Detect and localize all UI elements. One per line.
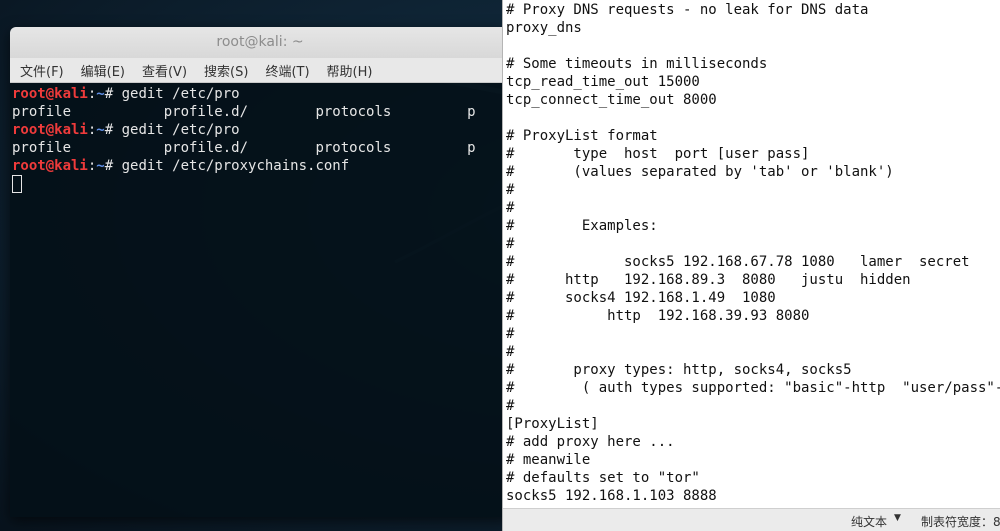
editor-line: # socks4 192.168.1.49 1080 [506,290,776,306]
menu-view[interactable]: 查看(V) [142,61,187,80]
menu-edit[interactable]: 编辑(E) [81,61,125,80]
editor-line: # defaults set to "tor" [506,470,700,486]
completion-item: profile.d/ [163,140,316,156]
terminal-prompt-line: root@kali:~# gedit /etc/pro [12,85,510,103]
editor-text-area[interactable]: # Proxy DNS requests - no leak for DNS d… [506,1,1000,505]
editor-line: # [506,200,515,216]
prompt-user-host: root@kali [12,86,88,102]
editor-line: # [506,398,515,414]
completion-item: profile.d/ [163,104,316,120]
completion-item: profile [12,104,164,120]
editor-line: # socks5 192.168.67.78 1080 lamer secret [506,254,970,270]
editor-line: # Some timeouts in milliseconds [506,56,768,72]
terminal-cursor-line [12,175,510,193]
menu-file[interactable]: 文件(F) [20,61,64,80]
editor-line: # Examples: [506,218,658,234]
prompt-command: # gedit /etc/pro [104,86,240,102]
menu-help[interactable]: 帮助(H) [327,61,373,80]
editor-line: # ( auth types supported: "basic"-http "… [506,380,1000,396]
editor-line: tcp_connect_time_out 8000 [506,92,717,108]
prompt-command: # gedit /etc/pro [104,122,240,138]
terminal-output[interactable]: root@kali:~# gedit /etc/pro profile profi… [10,83,510,193]
editor-line: # add proxy here ... [506,434,675,450]
editor-line: [ProxyList] [506,416,599,432]
terminal-title: root@kali: ~ [216,34,304,50]
editor-line: # meanwile [506,452,591,468]
editor-line: socks5 192.168.1.103 8888 [506,488,717,504]
terminal-cursor [12,175,22,193]
editor-line: # type host port [user pass] [506,146,810,162]
editor-line: tcp_read_time_out 15000 [506,74,700,90]
terminal-completion-line: profile profile.d/ protocols p [12,139,510,157]
prompt-path: ~ [96,86,105,102]
completion-item: protocols [315,140,468,156]
terminal-prompt-line: root@kali:~# gedit /etc/pro [12,121,510,139]
editor-line: # http 192.168.39.93 8080 [506,308,810,324]
prompt-path: ~ [96,158,105,174]
editor-line: # ProxyList format [506,128,658,144]
completion-item: protocols [315,104,468,120]
prompt-user-host: root@kali [12,122,88,138]
editor-line: # proxy types: http, socks4, socks5 [506,362,852,378]
editor-line: # [506,236,515,252]
completion-item: p [467,104,476,120]
editor-line: # [506,344,515,360]
menu-terminal[interactable]: 终端(T) [265,61,309,80]
menu-search[interactable]: 搜索(S) [204,61,248,80]
prompt-path: ~ [96,122,105,138]
tab-width-selector[interactable]: 制表符宽度：8 [921,513,1000,530]
editor-line: proxy_dns [506,20,582,36]
prompt-user-host: root@kali [12,158,88,174]
editor-statusbar: 纯文本 ▼ 制表符宽度：8 [503,508,1000,531]
chevron-down-icon[interactable]: ▼ [894,513,901,523]
editor-line: # [506,326,515,342]
language-selector[interactable]: 纯文本 [851,513,887,530]
prompt-command: # gedit /etc/proxychains.conf [104,158,350,174]
editor-line: # http 192.168.89.3 8080 justu hidden [506,272,911,288]
terminal-prompt-line: root@kali:~# gedit /etc/proxychains.conf [12,157,510,175]
terminal-completion-line: profile profile.d/ protocols p [12,103,510,121]
gedit-window[interactable]: # Proxy DNS requests - no leak for DNS d… [502,0,1000,531]
terminal-titlebar[interactable]: root@kali: ~ [10,27,510,58]
editor-line: # Proxy DNS requests - no leak for DNS d… [506,2,869,18]
editor-line: # (values separated by 'tab' or 'blank') [506,164,894,180]
editor-line: # [506,182,515,198]
terminal-menubar: 文件(F) 编辑(E) 查看(V) 搜索(S) 终端(T) 帮助(H) [10,58,510,83]
completion-item: profile [12,140,164,156]
terminal-window[interactable]: root@kali: ~ 文件(F) 编辑(E) 查看(V) 搜索(S) 终端(… [10,27,510,517]
completion-item: p [467,140,476,156]
